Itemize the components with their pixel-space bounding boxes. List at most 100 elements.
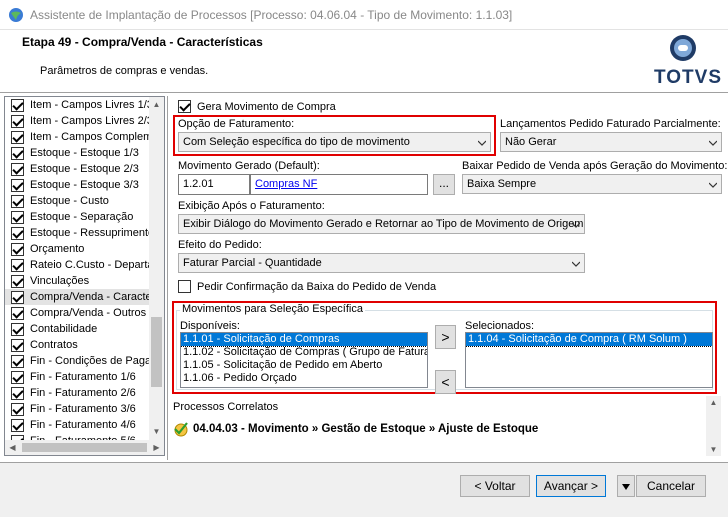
related-process-item[interactable]: 04.04.03 - Movimento » Gestão de Estoque… bbox=[173, 421, 538, 437]
selected-movements-list[interactable]: 1.1.04 - Solicitação de Compra ( RM Solu… bbox=[465, 332, 713, 388]
step-checkbox[interactable] bbox=[11, 402, 24, 416]
pane-splitter[interactable] bbox=[167, 96, 169, 460]
pedir-confirmacao-checkbox[interactable] bbox=[178, 280, 191, 293]
step-item[interactable]: Rateio C.Custo - Departamento bbox=[5, 257, 150, 273]
step-checkbox[interactable] bbox=[11, 274, 24, 288]
efeito-select[interactable]: Faturar Parcial - Quantidade bbox=[178, 253, 585, 273]
step-checkbox[interactable] bbox=[11, 386, 24, 400]
step-checkbox[interactable] bbox=[11, 338, 24, 352]
movimento-gerado-code-field[interactable]: 1.2.01 bbox=[178, 174, 250, 195]
steps-list-panel[interactable]: Item - Campos Livres 1/3 Item - Campos Li… bbox=[4, 96, 165, 456]
gera-movimento-row[interactable]: Gera Movimento de Compra bbox=[178, 100, 336, 113]
movimento-gerado-label: Movimento Gerado (Default): bbox=[178, 160, 320, 172]
step-checkbox[interactable] bbox=[11, 354, 24, 368]
hscroll-thumb[interactable] bbox=[22, 443, 147, 452]
step-item[interactable]: Fin - Faturamento 5/6 bbox=[5, 433, 150, 440]
step-item[interactable]: Estoque - Estoque 3/3 bbox=[5, 177, 150, 193]
step-subtitle: Parâmetros de compras e vendas. bbox=[40, 65, 209, 77]
window-title: Assistente de Implantação de Processos [… bbox=[30, 8, 513, 22]
exibicao-value: Exibir Diálogo do Movimento Gerado e Ret… bbox=[183, 218, 584, 230]
step-item[interactable]: Orçamento bbox=[5, 241, 150, 257]
step-item[interactable]: Estoque - Estoque 2/3 bbox=[5, 161, 150, 177]
step-checkbox[interactable] bbox=[11, 322, 24, 336]
step-checkbox[interactable] bbox=[11, 146, 24, 160]
opcao-faturamento-select[interactable]: Com Seleção específica do tipo de movime… bbox=[178, 132, 491, 152]
step-label: Fin - Faturamento 5/6 bbox=[30, 433, 136, 440]
step-checkbox[interactable] bbox=[11, 306, 24, 320]
step-checkbox[interactable] bbox=[11, 370, 24, 384]
step-item[interactable]: Compra/Venda - Características bbox=[5, 289, 150, 305]
exibicao-select[interactable]: Exibir Diálogo do Movimento Gerado e Ret… bbox=[178, 214, 585, 234]
step-checkbox[interactable] bbox=[11, 242, 24, 256]
browse-movimento-button[interactable]: ... bbox=[433, 174, 455, 195]
available-movements-list[interactable]: 1.1.01 - Solicitação de Compras 1.1.02 - … bbox=[180, 332, 428, 388]
cancel-button[interactable]: Cancelar bbox=[636, 475, 706, 497]
step-checkbox[interactable] bbox=[11, 130, 24, 144]
scroll-right-icon[interactable]: ▶ bbox=[149, 440, 164, 455]
step-label: Compra/Venda - Outros bbox=[30, 307, 147, 319]
pedir-confirmacao-label: Pedir Confirmação da Baixa do Pedido de … bbox=[197, 280, 437, 293]
list-item[interactable]: 1.1.04 - Solicitação de Compra ( RM Solu… bbox=[466, 333, 712, 347]
scroll-thumb[interactable] bbox=[151, 317, 162, 387]
step-item[interactable]: Estoque - Separação bbox=[5, 209, 150, 225]
step-item[interactable]: Fin - Faturamento 2/6 bbox=[5, 385, 150, 401]
list-item[interactable]: 1.1.01 - Solicitação de Compras bbox=[181, 333, 427, 347]
step-item[interactable]: Fin - Condições de Pagamento bbox=[5, 353, 150, 369]
gera-movimento-checkbox[interactable] bbox=[178, 100, 191, 113]
pedir-confirmacao-row[interactable]: Pedir Confirmação da Baixa do Pedido de … bbox=[178, 280, 436, 293]
step-checkbox[interactable] bbox=[11, 178, 24, 192]
step-item[interactable]: Item - Campos Complementares bbox=[5, 129, 150, 145]
step-item[interactable]: Contabilidade bbox=[5, 321, 150, 337]
step-checkbox[interactable] bbox=[11, 210, 24, 224]
wizard-header: Etapa 49 - Compra/Venda - Característica… bbox=[0, 31, 728, 93]
next-button[interactable]: Avançar > bbox=[536, 475, 606, 497]
step-label: Estoque - Estoque 1/3 bbox=[30, 147, 139, 159]
step-item[interactable]: Compra/Venda - Outros bbox=[5, 305, 150, 321]
steps-list[interactable]: Item - Campos Livres 1/3 Item - Campos Li… bbox=[5, 97, 150, 440]
step-item[interactable]: Vinculações bbox=[5, 273, 150, 289]
step-item[interactable]: Estoque - Ressuprimento bbox=[5, 225, 150, 241]
movimento-gerado-link[interactable]: Compras NF bbox=[255, 178, 317, 190]
step-checkbox[interactable] bbox=[11, 194, 24, 208]
gera-movimento-label: Gera Movimento de Compra bbox=[197, 100, 336, 113]
scroll-up-icon[interactable]: ▲ bbox=[706, 398, 721, 407]
step-label: Fin - Faturamento 4/6 bbox=[30, 419, 136, 431]
scroll-down-icon[interactable]: ▼ bbox=[149, 424, 164, 440]
add-movement-button[interactable]: > bbox=[435, 325, 456, 349]
step-item[interactable]: Item - Campos Livres 2/3 bbox=[5, 113, 150, 129]
scroll-up-icon[interactable]: ▲ bbox=[149, 97, 164, 113]
options-dropdown-button[interactable] bbox=[617, 475, 635, 497]
step-item[interactable]: Estoque - Estoque 1/3 bbox=[5, 145, 150, 161]
step-item[interactable]: Item - Campos Livres 1/3 bbox=[5, 97, 150, 113]
scroll-down-icon[interactable]: ▼ bbox=[706, 445, 721, 454]
disponiveis-label: Disponíveis: bbox=[180, 320, 240, 332]
step-checkbox[interactable] bbox=[11, 290, 24, 304]
steps-horizontal-scrollbar[interactable]: ◀ ▶ bbox=[5, 440, 164, 455]
remove-movement-button[interactable]: < bbox=[435, 370, 456, 394]
step-item[interactable]: Estoque - Custo bbox=[5, 193, 150, 209]
step-checkbox[interactable] bbox=[11, 162, 24, 176]
related-process-text[interactable]: 04.04.03 - Movimento » Gestão de Estoque… bbox=[193, 423, 538, 435]
list-item[interactable]: 1.1.02 - Solicitação de Compras ( Grupo … bbox=[181, 346, 427, 359]
title-bar: Assistente de Implantação de Processos [… bbox=[0, 0, 728, 30]
movimento-gerado-name-field[interactable]: Compras NF bbox=[250, 174, 428, 195]
back-button[interactable]: < Voltar bbox=[460, 475, 530, 497]
step-item[interactable]: Fin - Faturamento 3/6 bbox=[5, 401, 150, 417]
step-item[interactable]: Contratos bbox=[5, 337, 150, 353]
scroll-left-icon[interactable]: ◀ bbox=[5, 440, 20, 455]
steps-vertical-scrollbar[interactable]: ▲ ▼ bbox=[149, 97, 164, 440]
step-label: Fin - Faturamento 3/6 bbox=[30, 403, 136, 415]
step-item[interactable]: Fin - Faturamento 1/6 bbox=[5, 369, 150, 385]
step-checkbox[interactable] bbox=[11, 226, 24, 240]
list-item[interactable]: 1.1.05 - Solicitação de Pedido em Aberto bbox=[181, 359, 427, 372]
step-checkbox[interactable] bbox=[11, 418, 24, 432]
lancamentos-select[interactable]: Não Gerar bbox=[500, 132, 722, 152]
step-checkbox[interactable] bbox=[11, 98, 24, 112]
checked-gear-icon bbox=[174, 422, 188, 437]
baixar-pedido-select[interactable]: Baixa Sempre bbox=[462, 174, 722, 194]
step-checkbox[interactable] bbox=[11, 258, 24, 272]
step-checkbox[interactable] bbox=[11, 114, 24, 128]
step-item[interactable]: Fin - Faturamento 4/6 bbox=[5, 417, 150, 433]
related-scrollbar[interactable]: ▲ ▼ bbox=[706, 396, 721, 456]
list-item[interactable]: 1.1.06 - Pedido Orçado bbox=[181, 372, 427, 385]
